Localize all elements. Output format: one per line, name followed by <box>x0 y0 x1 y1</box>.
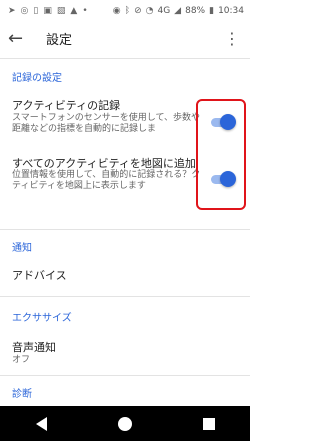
app-bar: ← 設定 ⋮ <box>0 22 250 54</box>
more-options-icon[interactable]: ⋮ <box>224 29 240 48</box>
activity-recording-subtitle: スマートフォンのセンサーを使用して、歩数や距離などの指標を自動的に記録しま <box>12 113 201 134</box>
section-divider <box>0 229 250 230</box>
battery-percent: 88% <box>185 6 206 16</box>
section-diagnostics: 診断 <box>12 389 32 400</box>
dot-icon: • <box>82 5 88 16</box>
navigation-bar <box>0 406 250 441</box>
section-divider <box>0 296 250 297</box>
navigation-icon: ➤ <box>8 5 16 16</box>
section-recording: 記録の設定 <box>12 73 62 84</box>
highlight-box <box>196 99 246 210</box>
add-to-map-subtitle: 位置情報を使用して、自動的に記録される？クティビティを地図上に表示します <box>12 170 201 191</box>
voice-notification-value: オフ <box>12 355 31 365</box>
ta-icon: ▣ <box>43 5 52 16</box>
page-title: 設定 <box>46 32 73 48</box>
section-exercise: エクササイズ <box>12 313 72 324</box>
add-to-map-title: すべてのアクティビティを地図に追加 <box>12 157 196 170</box>
warning-icon: ▲ <box>70 5 78 16</box>
mute-icon: ⊘ <box>134 5 142 16</box>
wifi-icon: ◔ <box>145 5 154 16</box>
vibration-icon: ▯ <box>33 5 39 16</box>
battery-icon: ▮ <box>209 5 215 16</box>
app-bar-divider <box>0 58 250 59</box>
advice-item[interactable]: アドバイス <box>12 267 67 283</box>
section-divider <box>0 375 250 376</box>
lte-label: 4G <box>157 6 171 16</box>
nav-back-icon[interactable] <box>35 416 47 431</box>
nav-recents-icon[interactable] <box>202 417 215 430</box>
activity-recording-title: アクティビティの記録 <box>12 99 121 112</box>
section-notifications: 通知 <box>12 243 32 254</box>
status-time: 10:34 <box>218 6 244 16</box>
nav-home-icon[interactable] <box>117 416 132 431</box>
instagram-icon: ◎ <box>20 5 29 16</box>
voice-notification-title: 音声通知 <box>12 341 56 354</box>
bluetooth-icon: ᛒ <box>124 5 131 16</box>
status-bar: ➤ ◎ ▯ ▣ ▧ ▲ • ◉ ᛒ ⊘ ◔ 4G ◢ 88% ▮ 10:34 <box>0 0 250 22</box>
signal-icon: ◢ <box>174 5 182 16</box>
location-icon: ◉ <box>112 5 121 16</box>
back-arrow-icon[interactable]: ← <box>0 28 36 49</box>
image-icon: ▧ <box>56 5 66 16</box>
